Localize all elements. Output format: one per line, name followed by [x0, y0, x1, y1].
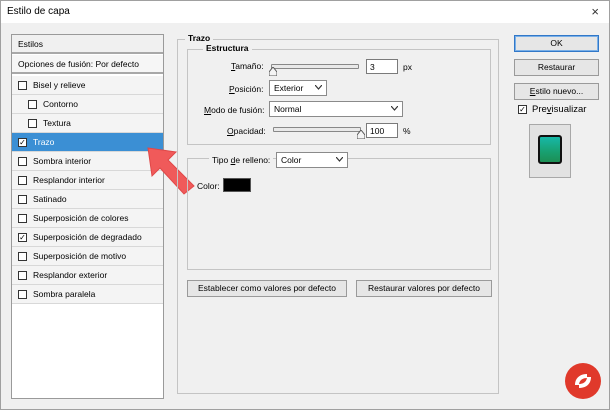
style-item-inner-glow[interactable]: Resplandor interior — [12, 171, 163, 190]
styles-header[interactable]: Estilos — [12, 35, 163, 54]
preview-checkbox[interactable]: ✓ — [518, 105, 527, 114]
preview-label: Previsualizar — [532, 104, 586, 115]
style-checkbox-drop-shadow[interactable] — [18, 290, 27, 299]
style-item-inner-shadow[interactable]: Sombra interior — [12, 152, 163, 171]
stroke-legend: Trazo — [185, 33, 214, 43]
size-slider[interactable] — [271, 64, 359, 69]
close-icon[interactable]: × — [591, 4, 599, 19]
ok-button[interactable]: OK — [514, 35, 599, 52]
style-item-drop-shadow[interactable]: Sombra paralela — [12, 285, 163, 304]
size-input[interactable] — [366, 59, 398, 74]
title-bar: Estilo de capa × — [1, 1, 609, 23]
style-item-label: Resplandor exterior — [33, 270, 108, 280]
opacity-input[interactable] — [366, 123, 398, 138]
stroke-color-swatch[interactable] — [223, 178, 251, 192]
style-item-label: Bisel y relieve — [33, 80, 86, 90]
style-checkbox-texture[interactable] — [28, 119, 37, 128]
style-checkbox-color-overlay[interactable] — [18, 214, 27, 223]
opacity-slider[interactable] — [273, 127, 361, 132]
style-item-label: Superposición de colores — [33, 213, 129, 223]
opacity-label-text: pacidad: — [233, 126, 266, 136]
style-checkbox-satin[interactable] — [18, 195, 27, 204]
style-item-label: Trazo — [33, 137, 55, 147]
opacity-label-access: O — [227, 126, 234, 136]
opacity-label: Opacidad: — [227, 126, 266, 136]
chevron-down-icon — [315, 85, 322, 90]
layer-style-dialog: Estilo de capa × Estilos Opciones de fus… — [0, 0, 610, 410]
new-style-text: stilo nuevo... — [535, 86, 584, 96]
chevron-down-icon — [391, 106, 398, 111]
position-label-text: osición: — [234, 84, 264, 94]
make-default-button[interactable]: Establecer como valores por defecto — [187, 280, 347, 297]
style-checkbox-bevel[interactable] — [18, 81, 27, 90]
style-preview — [529, 124, 571, 178]
fill-type-value: Color — [281, 155, 302, 165]
style-item-stroke[interactable]: ✓ Trazo — [12, 133, 163, 152]
style-checkbox-stroke[interactable]: ✓ — [18, 138, 27, 147]
styles-header-label: Estilos — [18, 39, 44, 49]
fill-type-label: Tipo de relleno: — [209, 155, 274, 165]
style-checkbox-contour[interactable] — [28, 100, 37, 109]
styles-list: Estilos Opciones de fusión: Por defecto … — [11, 34, 164, 399]
blend-mode-label: Modo de fusión: — [204, 105, 265, 115]
size-slider-thumb[interactable] — [268, 67, 277, 76]
window-title: Estilo de capa — [7, 6, 70, 17]
watermark-logo-icon — [565, 363, 601, 399]
style-checkbox-pattern-overlay[interactable] — [18, 252, 27, 261]
fill-type-select[interactable]: Color — [276, 152, 348, 168]
preview-label-pre: Pre — [532, 104, 547, 115]
blend-mode-label-text: odo de fusión: — [211, 105, 265, 115]
style-item-label: Superposición de motivo — [33, 251, 127, 261]
color-label: Color: — [197, 181, 220, 191]
blend-options-label: Opciones de fusión: Por defecto — [18, 59, 139, 69]
style-item-label: Sombra paralela — [33, 289, 96, 299]
style-checkbox-inner-shadow[interactable] — [18, 157, 27, 166]
style-item-label: Sombra interior — [33, 156, 92, 166]
style-item-gradient-overlay[interactable]: ✓ Superposición de degradado — [12, 228, 163, 247]
fill-group — [187, 158, 491, 270]
size-label: Tamaño: — [231, 61, 264, 71]
style-item-outer-glow[interactable]: Resplandor exterior — [12, 266, 163, 285]
opacity-unit: % — [403, 126, 411, 136]
style-item-texture[interactable]: Textura — [12, 114, 163, 133]
reset-button[interactable]: Restaurar — [514, 59, 599, 76]
blend-options-item[interactable]: Opciones de fusión: Por defecto — [12, 55, 163, 74]
position-select[interactable]: Exterior — [269, 80, 327, 96]
style-item-bevel[interactable]: Bisel y relieve — [12, 76, 163, 95]
position-select-value: Exterior — [274, 83, 304, 93]
blend-mode-select-value: Normal — [274, 104, 302, 114]
style-item-pattern-overlay[interactable]: Superposición de motivo — [12, 247, 163, 266]
style-item-label: Textura — [43, 118, 71, 128]
style-item-contour[interactable]: Contorno — [12, 95, 163, 114]
structure-legend: Estructura — [203, 43, 252, 53]
opacity-slider-thumb[interactable] — [357, 130, 365, 139]
style-item-label: Satinado — [33, 194, 67, 204]
style-checkbox-outer-glow[interactable] — [18, 271, 27, 280]
style-checkbox-gradient-overlay[interactable]: ✓ — [18, 233, 27, 242]
style-item-label: Contorno — [43, 99, 78, 109]
fill-type-label-pre: Tipo — [212, 155, 231, 165]
fill-type-label-text: e relleno: — [235, 155, 271, 165]
style-item-label: Superposición de degradado — [33, 232, 142, 242]
style-checkbox-inner-glow[interactable] — [18, 176, 27, 185]
style-item-color-overlay[interactable]: Superposición de colores — [12, 209, 163, 228]
new-style-button[interactable]: Estilo nuevo... — [514, 83, 599, 100]
position-label: Posición: — [229, 84, 264, 94]
reset-default-button[interactable]: Restaurar valores por defecto — [356, 280, 492, 297]
preview-label-text: isualizar — [551, 104, 587, 115]
preview-swatch — [538, 135, 562, 164]
blend-mode-select[interactable]: Normal — [269, 101, 403, 117]
chevron-down-icon — [336, 157, 343, 162]
style-item-satin[interactable]: Satinado — [12, 190, 163, 209]
style-item-label: Resplandor interior — [33, 175, 105, 185]
size-unit: px — [403, 62, 412, 72]
size-label-text: amaño: — [235, 61, 264, 71]
